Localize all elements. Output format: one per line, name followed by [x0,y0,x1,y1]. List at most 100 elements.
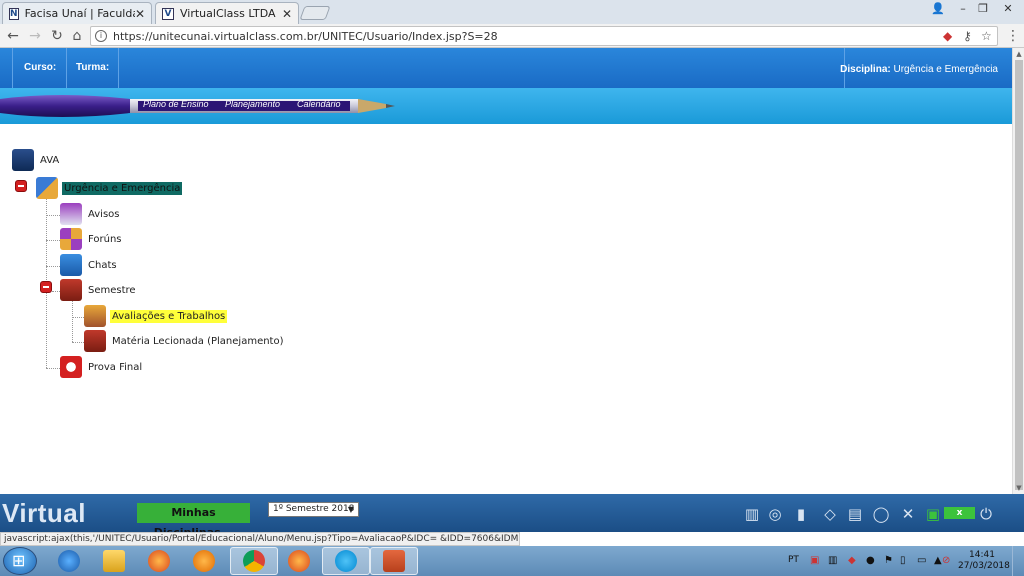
forward-icon[interactable]: → [26,27,44,45]
powerpoint-taskbar-icon[interactable] [370,547,418,575]
tray-app-icon[interactable]: ▣ [810,555,819,566]
dropbox-icon[interactable]: ◇ [821,505,839,523]
taskbar-clock[interactable]: 14:41 27/03/2018 [958,550,1010,572]
chat-bubble-icon[interactable]: ◯ [872,505,890,523]
tree-node-materia[interactable]: Matéria Lecionada (Planejamento) [84,330,286,352]
tree-node-avaliacoes[interactable]: Avaliações e Trabalhos [84,305,228,327]
chats-icon [60,254,82,276]
menu-icon[interactable]: ⋮ [1004,27,1022,45]
plano-de-ensino-link[interactable]: Plano de Ensino [143,99,209,109]
tree-node-label: Avisos [88,208,120,220]
close-tab-icon[interactable]: ✕ [282,7,292,21]
tree-node-course[interactable]: Urgência e Emergência [36,177,183,199]
tree-node-foruns[interactable]: Forúns [60,228,124,250]
tray-flag-icon[interactable]: ⚑ [884,555,893,566]
firefox-taskbar-icon[interactable] [135,547,183,575]
tray-device-icon[interactable]: ▯ [900,555,906,566]
minhas-disciplinas-button[interactable]: Minhas Disciplinas... [137,503,250,539]
favicon-icon: V [162,7,174,20]
tree-connector [46,215,60,216]
taskbar: PT ▣ ▥ ◆ ● ⚑ ▯ ▭ ▲ ⊘ 14:41 27/03/2018 [0,546,1024,576]
tray-antivirus-icon[interactable]: ◆ [848,555,856,566]
browser-tab-strip: N Facisa Unaí | Faculdade de ✕ V Virtual… [0,0,1024,24]
tree-node-semestre[interactable]: Semestre [60,279,138,301]
site-info-icon[interactable]: i [95,30,107,42]
tree-node-prova-final[interactable]: Prova Final [60,356,144,378]
home-icon[interactable]: ⌂ [68,27,86,45]
power-icon[interactable]: ⏻ [977,505,995,523]
tab-virtualclass[interactable]: V VirtualClass LTDA ✕ [155,2,299,24]
url-text: https://unitecunai.virtualclass.com.br/U… [113,29,498,43]
chevron-down-icon: ▼ [347,505,354,514]
explorer-taskbar-icon[interactable] [90,547,138,575]
reload-icon[interactable]: ↻ [48,27,66,45]
back-icon[interactable]: ← [4,27,22,45]
pen-menu-banner: Plano de Ensino Planejamento Calendário [0,88,1012,124]
address-bar[interactable]: i https://unitecunai.virtualclass.com.br… [90,26,998,46]
barcode-icon[interactable]: ▮ [792,505,810,523]
clock-time: 14:41 [969,550,995,560]
minimize-icon[interactable]: – [955,2,971,16]
planejamento-link[interactable]: Planejamento [225,99,280,109]
show-desktop-button[interactable] [1012,546,1024,576]
tree-node-label: Urgência e Emergência [62,181,183,195]
key-icon[interactable]: ⚷ [963,29,972,43]
virtual-logo: Virtual [2,498,86,528]
lock-icon[interactable]: ▣ [924,505,942,523]
tree-node-avisos[interactable]: Avisos [60,203,122,225]
tree-node-label: Chats [88,259,117,271]
tree-connector [46,368,60,369]
bookmark-star-icon[interactable]: ☆ [981,29,992,43]
library-icon[interactable]: ▥ [743,505,761,523]
browser-toolbar: ← → ↻ ⌂ i https://unitecunai.virtualclas… [0,24,1024,48]
shield-icon[interactable]: ◆ [943,29,952,43]
curso-label: Curso: [24,62,57,73]
prova-final-icon [60,356,82,378]
globe-icon[interactable]: ◎ [766,505,784,523]
disciplina-value: Urgência e Emergência [893,64,999,75]
course-icon [36,177,58,199]
tray-signal-icon[interactable]: ▲ [934,555,942,566]
close-window-icon[interactable]: ✕ [1000,2,1016,16]
favicon-icon: N [9,7,19,20]
close-tab-icon[interactable]: ✕ [135,7,145,21]
profile-icon[interactable]: 👤 [930,2,946,16]
scroll-up-icon[interactable]: ▲ [1013,48,1024,60]
tools-icon[interactable]: ✕ [899,505,917,523]
clock-date: 27/03/2018 [958,561,1010,571]
page-scrollbar[interactable]: ▲ ▼ [1012,48,1024,494]
disciplina-label: Disciplina: [840,64,891,75]
tree-node-ava[interactable]: AVA [12,149,61,171]
avisos-icon [60,203,82,225]
toggle-x-button[interactable]: x [944,507,975,519]
firefox-taskbar-icon-2[interactable] [275,547,323,575]
chrome-taskbar-icon[interactable] [230,547,278,575]
semester-select[interactable]: 1º Semestre 2018 ▼ [268,502,359,517]
tab-title: VirtualClass LTDA [180,7,276,20]
tray-notification-icon[interactable]: ● [866,555,875,566]
ie-taskbar-icon[interactable] [45,547,93,575]
start-button[interactable] [3,547,37,575]
disciplina-info: Disciplina: Urgência e Emergência [840,64,998,75]
avaliacoes-icon [84,305,106,327]
new-tab-button[interactable] [299,6,331,20]
scroll-down-icon[interactable]: ▼ [1013,482,1024,494]
skype-taskbar-icon[interactable] [322,547,370,575]
language-indicator[interactable]: PT [788,555,799,565]
tree-node-label: AVA [40,154,60,166]
tray-monitor-icon[interactable]: ▭ [917,555,926,566]
restore-icon[interactable]: ❐ [975,2,991,16]
newspaper-icon[interactable]: ▤ [846,505,864,523]
tray-network-icon[interactable]: ▥ [828,555,837,566]
collapse-semestre-toggle[interactable] [40,281,52,293]
tray-volume-muted-icon[interactable]: ⊘ [942,555,950,566]
media-player-taskbar-icon[interactable] [180,547,228,575]
tree-node-chats[interactable]: Chats [60,254,119,276]
tree-connector [46,240,60,241]
divider [118,48,119,88]
tab-facisa[interactable]: N Facisa Unaí | Faculdade de ✕ [2,2,152,24]
collapse-course-toggle[interactable] [15,180,27,192]
status-bar: javascript:ajax(this,'/UNITEC/Usuario/Po… [0,532,520,546]
scroll-thumb[interactable] [1015,60,1023,490]
calendario-link[interactable]: Calendário [297,99,341,109]
